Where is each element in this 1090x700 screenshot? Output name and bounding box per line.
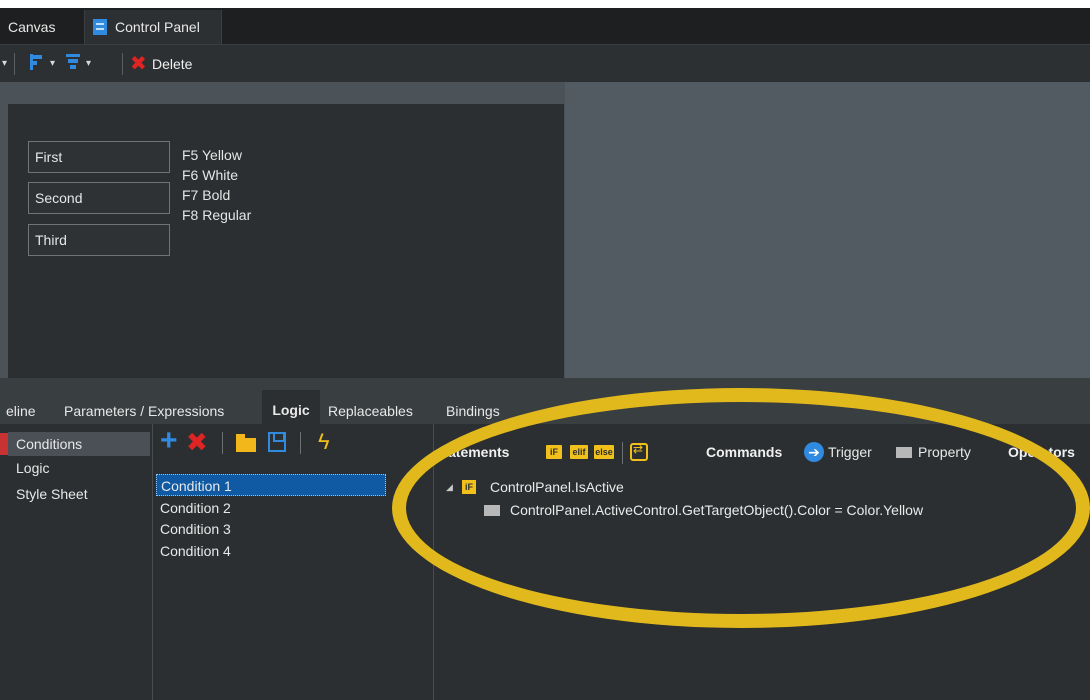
app-window: Canvas Control Panel ▾ ▾ ▾ ✖ Delete Firs… [0, 0, 1090, 700]
shortcut-list: F5 Yellow F6 White F7 Bold F8 Regular [182, 145, 251, 225]
commands-label: Commands [706, 444, 783, 460]
toolbar: ▾ ▾ ▾ ✖ Delete [0, 44, 1090, 82]
tab-canvas[interactable]: Canvas [0, 10, 80, 44]
save-icon[interactable] [268, 432, 286, 452]
lightning-icon[interactable]: ϟ [318, 430, 330, 454]
divider [152, 424, 153, 700]
document-tab-strip: Canvas Control Panel [0, 8, 1090, 44]
chevron-down-icon[interactable]: ▾ [2, 54, 7, 74]
tab-bindings[interactable]: Bindings [446, 390, 514, 424]
tree-node-command[interactable]: ControlPanel.ActiveControl.GetTargetObje… [484, 499, 1024, 521]
statements-label: Statements [440, 444, 510, 460]
shortcut-f5: F5 Yellow [182, 147, 242, 163]
align-top-dropdown-icon[interactable]: ▾ [86, 54, 91, 74]
property-icon[interactable] [896, 447, 912, 458]
tree-condition-label: ControlPanel.IsActive [490, 479, 624, 495]
else-statement-button[interactable]: else [594, 445, 614, 459]
condition-item-3[interactable]: Condition 3 [156, 518, 386, 540]
trigger-icon[interactable]: ➔ [804, 442, 824, 462]
bottom-tab-strip: eline Parameters / Expressions Logic Rep… [0, 390, 1090, 424]
remove-condition-icon[interactable]: ✖ [186, 429, 208, 455]
bottom-pane: eline Parameters / Expressions Logic Rep… [0, 390, 1090, 700]
align-left-icon[interactable] [30, 54, 44, 70]
loop-icon[interactable] [630, 442, 648, 461]
canvas-empty-area [565, 82, 1090, 378]
statements-toolbar: Statements iF elif else Commands ➔ Trigg… [440, 440, 1090, 464]
condition-item-1[interactable]: Condition 1 [156, 474, 386, 496]
field-second[interactable]: Second [28, 182, 170, 214]
toolbar-separator [222, 432, 223, 454]
control-panel-canvas: First Second Third F5 Yellow F6 White F7… [8, 104, 564, 378]
condition-item-2[interactable]: Condition 2 [156, 497, 386, 519]
elif-statement-button[interactable]: elif [570, 445, 588, 459]
nav-item-style-sheet[interactable]: Style Sheet [8, 482, 150, 506]
tab-logic[interactable]: Logic [262, 390, 320, 424]
trigger-command-button[interactable]: Trigger [828, 442, 872, 462]
tab-timeline[interactable]: eline [6, 390, 58, 424]
tree-node-condition[interactable]: ◢ iF ControlPanel.IsActive [446, 476, 746, 498]
delete-button[interactable]: Delete [152, 54, 192, 74]
field-first[interactable]: First [28, 141, 170, 173]
tree-command-label: ControlPanel.ActiveControl.GetTargetObje… [510, 502, 924, 518]
pane-splitter[interactable] [0, 378, 1090, 390]
toolbar-separator [300, 432, 301, 454]
operators-label: Operators [1008, 444, 1075, 460]
tab-parameters-expressions[interactable]: Parameters / Expressions [64, 390, 258, 424]
field-third[interactable]: Third [28, 224, 170, 256]
toolbar-separator [122, 53, 123, 75]
toolbar-separator [622, 442, 623, 464]
tab-control-panel-label: Control Panel [115, 19, 200, 35]
tab-control-panel[interactable]: Control Panel [84, 10, 222, 44]
nav-item-conditions[interactable]: Conditions [8, 432, 150, 456]
delete-x-icon[interactable]: ✖ [130, 54, 147, 74]
divider [433, 424, 434, 700]
expand-triangle-icon[interactable]: ◢ [446, 476, 453, 498]
condition-item-4[interactable]: Condition 4 [156, 540, 386, 562]
property-command-button[interactable]: Property [918, 442, 971, 462]
shortcut-f7: F7 Bold [182, 187, 231, 203]
design-surface: First Second Third F5 Yellow F6 White F7… [0, 82, 1090, 378]
if-statement-button[interactable]: iF [546, 445, 562, 459]
document-icon [93, 19, 107, 35]
logic-nav: Conditions Logic Style Sheet [0, 424, 152, 700]
nav-item-logic[interactable]: Logic [8, 456, 150, 480]
canvas-left-area: First Second Third F5 Yellow F6 White F7… [0, 82, 565, 378]
property-command-icon [484, 505, 500, 516]
conditions-toolbar: + ✖ ϟ [156, 426, 432, 456]
if-badge-icon: iF [462, 480, 476, 494]
nav-marker [0, 433, 8, 455]
open-folder-icon[interactable] [236, 434, 256, 452]
shortcut-f6: F6 White [182, 167, 239, 183]
align-top-icon[interactable] [66, 54, 80, 70]
add-condition-icon[interactable]: + [160, 426, 178, 456]
tab-replaceables[interactable]: Replaceables [328, 390, 438, 424]
shortcut-f8: F8 Regular [182, 207, 252, 223]
tab-canvas-label: Canvas [8, 19, 56, 35]
align-left-dropdown-icon[interactable]: ▾ [50, 54, 55, 74]
toolbar-separator [14, 53, 15, 75]
